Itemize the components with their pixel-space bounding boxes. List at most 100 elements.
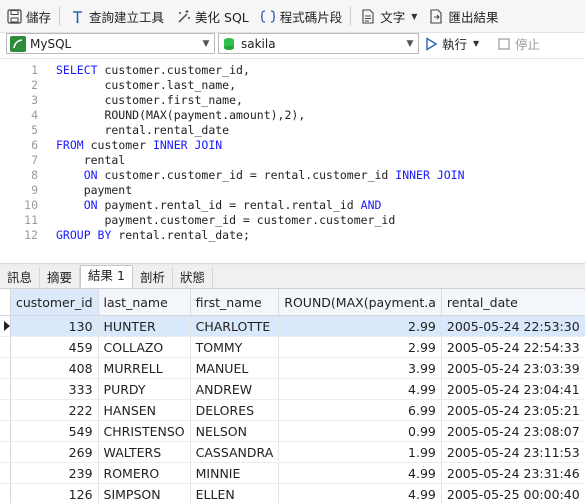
query-builder-label: 查詢建立工具: [89, 9, 165, 25]
column-header[interactable]: customer_id: [10, 289, 99, 316]
line-number: 3: [31, 93, 38, 107]
table-cell[interactable]: MINNIE: [190, 462, 280, 484]
table-cell[interactable]: 4.99: [278, 483, 442, 503]
current-row-pointer-icon: [4, 320, 10, 331]
database-select[interactable]: sakila ▼: [218, 33, 419, 54]
table-cell[interactable]: CHARLOTTE: [190, 315, 280, 337]
export-results-label: 匯出結果: [448, 9, 499, 25]
code-snippet-button[interactable]: 程式碼片段: [254, 4, 348, 28]
table-cell[interactable]: TOMMY: [190, 336, 280, 358]
tab-summary[interactable]: 摘要: [40, 268, 81, 288]
table-cell[interactable]: CHRISTENSO: [98, 420, 191, 442]
table-row[interactable]: 126 SIMPSON ELLEN 4.99 2005-05-25 00:00:40: [0, 483, 585, 503]
tab-profile[interactable]: 剖析: [133, 268, 173, 288]
table-cell[interactable]: 2.99: [278, 315, 442, 337]
column-header[interactable]: first_name: [190, 289, 280, 316]
table-cell[interactable]: 2005-05-25 00:00:40: [441, 483, 585, 503]
table-cell[interactable]: 2005-05-24 23:08:07: [441, 420, 585, 442]
table-row[interactable]: 222 HANSEN DELORES 6.99 2005-05-24 23:05:21: [0, 399, 585, 421]
tab-messages[interactable]: 訊息: [0, 268, 41, 288]
row-indicator: [0, 420, 11, 442]
export-icon: [427, 7, 445, 25]
table-cell[interactable]: 549: [10, 420, 99, 442]
table-cell[interactable]: 4.99: [278, 462, 442, 484]
run-button[interactable]: 執行 ▼: [425, 33, 479, 54]
play-icon: [425, 36, 437, 51]
chevron-down-icon[interactable]: ▼: [411, 12, 417, 21]
table-cell[interactable]: HANSEN: [98, 399, 191, 421]
table-row[interactable]: 408 MURRELL MANUEL 3.99 2005-05-24 23:03:39: [0, 357, 585, 379]
table-cell[interactable]: 2.99: [278, 336, 442, 358]
save-button[interactable]: 儲存: [0, 4, 56, 28]
beautify-sql-button[interactable]: 美化 SQL: [169, 4, 254, 28]
table-cell[interactable]: PURDY: [98, 378, 191, 400]
table-cell[interactable]: 1.99: [278, 441, 442, 463]
table-cell[interactable]: 2005-05-24 23:03:39: [441, 357, 585, 379]
table-cell[interactable]: 6.99: [278, 399, 442, 421]
table-cell[interactable]: SIMPSON: [98, 483, 191, 503]
table-row[interactable]: 549 CHRISTENSO NELSON 0.99 2005-05-24 23:08:…: [0, 420, 585, 442]
table-cell[interactable]: ELLEN: [190, 483, 280, 503]
table-cell[interactable]: 239: [10, 462, 99, 484]
line-number: 8: [31, 168, 38, 182]
code-text: rental.rental_date: [56, 123, 230, 137]
table-cell[interactable]: MURRELL: [98, 357, 191, 379]
table-cell[interactable]: 2005-05-24 23:11:53: [441, 441, 585, 463]
table-cell[interactable]: 459: [10, 336, 99, 358]
table-cell[interactable]: NELSON: [190, 420, 280, 442]
tab-status[interactable]: 狀態: [173, 268, 213, 288]
table-cell[interactable]: 2005-05-24 22:53:30: [441, 315, 585, 337]
line-number: 12: [24, 228, 38, 242]
code-snippet-label: 程式碼片段: [279, 9, 343, 25]
table-cell[interactable]: COLLAZO: [98, 336, 191, 358]
table-cell[interactable]: ANDREW: [190, 378, 280, 400]
table-row[interactable]: 130 HUNTER CHARLOTTE 2.99 2005-05-24 22:53:3…: [0, 315, 585, 337]
beautify-sql-label: 美化 SQL: [195, 9, 249, 25]
text-view-button[interactable]: 文字 ▼: [354, 4, 422, 28]
code-text: ROUND(MAX(payment.amount),2),: [56, 108, 306, 122]
table-cell[interactable]: 2005-05-24 23:31:46: [441, 462, 585, 484]
stop-button[interactable]: 停止: [498, 33, 540, 54]
table-row[interactable]: 459 COLLAZO TOMMY 2.99 2005-05-24 22:54:33: [0, 336, 585, 358]
table-cell[interactable]: HUNTER: [98, 315, 191, 337]
table-cell[interactable]: 222: [10, 399, 99, 421]
table-cell[interactable]: 126: [10, 483, 99, 503]
table-cell[interactable]: 0.99: [278, 420, 442, 442]
table-cell[interactable]: 4.99: [278, 378, 442, 400]
sql-editor[interactable]: 1 SELECT customer.customer_id, 2 customer.…: [0, 58, 585, 264]
table-cell[interactable]: 333: [10, 378, 99, 400]
table-row[interactable]: 269 WALTERS CASSANDRA 1.99 2005-05-24 23:11:…: [0, 441, 585, 463]
column-header[interactable]: last_name: [98, 289, 191, 316]
row-indicator: [0, 483, 11, 503]
column-header[interactable]: ROUND(MAX(payment.a: [278, 289, 442, 316]
line-number: 6: [31, 138, 38, 152]
line-number: 7: [31, 153, 38, 167]
table-cell[interactable]: DELORES: [190, 399, 280, 421]
table-cell[interactable]: 130: [10, 315, 99, 337]
table-cell[interactable]: 3.99: [278, 357, 442, 379]
chevron-down-icon[interactable]: ▼: [473, 39, 479, 48]
result-grid[interactable]: customer_id last_name first_name ROUND(M…: [0, 289, 585, 503]
table-cell[interactable]: MANUEL: [190, 357, 280, 379]
table-cell[interactable]: 408: [10, 357, 99, 379]
connection-select[interactable]: MySQL ▼: [6, 33, 215, 54]
table-cell[interactable]: 2005-05-24 23:05:21: [441, 399, 585, 421]
table-cell[interactable]: 269: [10, 441, 99, 463]
table-row[interactable]: 239 ROMERO MINNIE 4.99 2005-05-24 23:31:46: [0, 462, 585, 484]
table-cell[interactable]: 2005-05-24 23:04:41: [441, 378, 585, 400]
table-cell[interactable]: ROMERO: [98, 462, 191, 484]
save-label: 儲存: [26, 9, 52, 25]
table-cell[interactable]: 2005-05-24 22:54:33: [441, 336, 585, 358]
table-cell[interactable]: CASSANDRA: [190, 441, 280, 463]
table-row[interactable]: 333 PURDY ANDREW 4.99 2005-05-24 23:04:41: [0, 378, 585, 400]
connection-icon: [10, 35, 26, 52]
row-indicator: [0, 399, 11, 421]
column-header[interactable]: rental_date: [441, 289, 585, 316]
tab-result-1[interactable]: 結果 1: [80, 265, 133, 288]
export-results-button[interactable]: 匯出結果: [422, 4, 503, 28]
query-builder-button[interactable]: 查詢建立工具: [63, 4, 169, 28]
run-label: 執行: [442, 37, 468, 52]
table-cell[interactable]: WALTERS: [98, 441, 191, 463]
code-text: customer.last_name,: [56, 78, 237, 92]
connection-name: MySQL: [30, 36, 72, 51]
